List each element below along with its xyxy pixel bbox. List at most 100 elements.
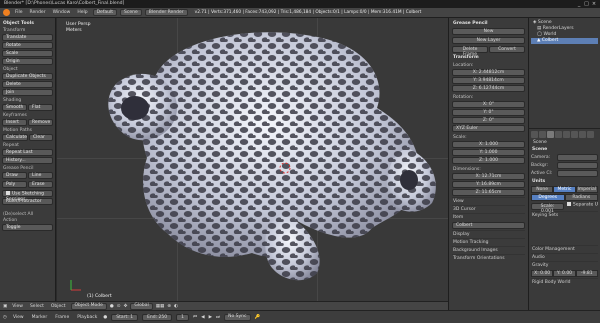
- jump-start-icon[interactable]: ⏮: [193, 314, 197, 320]
- use-sketching-toggle[interactable]: Use Sketching Sessions: [2, 190, 53, 202]
- menu-file[interactable]: File: [13, 10, 25, 15]
- gravity-z-field[interactable]: -9.81: [575, 270, 598, 277]
- close-icon[interactable]: ×: [591, 1, 597, 7]
- location-z-field[interactable]: Z: 6.12744cm: [452, 85, 525, 92]
- gravity-x-field[interactable]: X: 0.00: [531, 270, 554, 277]
- modifiers-tab-icon[interactable]: [571, 131, 578, 138]
- transform-panel-title[interactable]: Transform: [452, 54, 525, 61]
- render-layers-tab-icon[interactable]: [539, 131, 546, 138]
- layers-icon[interactable]: ▦▦: [156, 304, 165, 309]
- display-panel-title[interactable]: Display: [452, 230, 525, 238]
- location-y-field[interactable]: Y: 3.94814cm: [452, 77, 525, 84]
- background-field[interactable]: [557, 162, 598, 169]
- delete-button[interactable]: Delete: [2, 81, 53, 88]
- transform-section-label[interactable]: Transform: [2, 27, 53, 33]
- scale-z-field[interactable]: Z: 1.000: [452, 157, 525, 164]
- repeat-section-label[interactable]: Repeat: [2, 142, 53, 148]
- scale-y-field[interactable]: Y: 1.000: [452, 149, 525, 156]
- menu-frame[interactable]: Frame: [53, 315, 71, 320]
- grease-new-button[interactable]: New: [452, 28, 525, 35]
- world-tab-icon[interactable]: [555, 131, 562, 138]
- action-selector[interactable]: Toggle: [2, 224, 53, 231]
- menu-view[interactable]: View: [10, 304, 25, 309]
- rotation-x-field[interactable]: X: 0°: [452, 101, 525, 108]
- audio-panel-title[interactable]: Audio: [531, 253, 598, 261]
- menu-playback[interactable]: Playback: [75, 315, 99, 320]
- duplicate-objects-button[interactable]: Duplicate Objects: [2, 73, 53, 80]
- scene-tab-icon[interactable]: [547, 131, 554, 138]
- unit-imperial-option[interactable]: Imperial: [575, 186, 598, 193]
- dimension-y-field[interactable]: Y: 16.89cm: [452, 181, 525, 188]
- unit-scale-field[interactable]: Scale: 0.001: [531, 203, 564, 214]
- editor-type-icon[interactable]: ▣: [3, 304, 7, 309]
- menu-window[interactable]: Window: [51, 10, 73, 15]
- repeat-last-button[interactable]: Repeat Last: [2, 149, 53, 156]
- erase-button[interactable]: Erase: [28, 181, 53, 188]
- start-frame-field[interactable]: Start: 1: [111, 313, 139, 321]
- blender-logo-icon[interactable]: [3, 9, 10, 16]
- keying-sets-panel-title[interactable]: Keying Sets: [531, 211, 598, 219]
- color-management-panel-title[interactable]: Color Management: [531, 245, 598, 253]
- material-tab-icon[interactable]: [579, 131, 586, 138]
- join-button[interactable]: Join: [2, 89, 53, 96]
- texture-tab-icon[interactable]: [587, 131, 594, 138]
- poly-button[interactable]: Poly: [2, 181, 27, 188]
- background-images-panel-title[interactable]: Background Images: [452, 246, 525, 254]
- remove-keyframe-button[interactable]: Remove: [28, 119, 53, 126]
- layout-selector[interactable]: Default: [92, 9, 118, 16]
- unit-metric-option[interactable]: Metric: [553, 186, 576, 193]
- snap-icon[interactable]: ⊕: [167, 304, 171, 309]
- minimize-icon[interactable]: _: [576, 1, 582, 7]
- play-icon[interactable]: ▶: [209, 315, 212, 320]
- gravity-y-field[interactable]: Y: 0.00: [553, 270, 576, 277]
- degrees-option[interactable]: Degrees: [531, 194, 565, 201]
- manipulator-icon[interactable]: ✥: [124, 304, 128, 309]
- shading-mode-icon[interactable]: ●: [110, 304, 114, 309]
- item-name-field[interactable]: Colbert: [452, 222, 525, 229]
- separate-units-toggle[interactable]: Separate U: [565, 202, 598, 208]
- menu-render[interactable]: Render: [28, 10, 48, 15]
- timeline-editor-icon[interactable]: ◷: [3, 315, 7, 320]
- calculate-button[interactable]: Calculate: [2, 134, 29, 141]
- history-button[interactable]: History...: [2, 157, 53, 164]
- object-section-label[interactable]: Object: [2, 66, 53, 72]
- 3d-cursor-panel-title[interactable]: 3D Cursor: [452, 205, 525, 213]
- convert-button[interactable]: Convert: [489, 46, 525, 53]
- delete-frame-button[interactable]: Delete Frame: [452, 46, 488, 57]
- smooth-button[interactable]: Smooth: [2, 104, 27, 111]
- rotation-z-field[interactable]: Z: 0°: [452, 117, 525, 124]
- dimension-z-field[interactable]: Z: 11.65cm: [452, 189, 525, 196]
- 3d-viewport[interactable]: User Persp Meters (1) Colbert: [57, 18, 448, 301]
- unit-none-option[interactable]: None: [531, 186, 554, 193]
- menu-help[interactable]: Help: [75, 10, 89, 15]
- scale-button[interactable]: Scale: [2, 50, 53, 57]
- radians-option[interactable]: Radians: [564, 194, 598, 201]
- origin-button[interactable]: Origin: [2, 58, 53, 65]
- view-panel-title[interactable]: View: [452, 197, 525, 205]
- menu-select[interactable]: Select: [28, 304, 46, 309]
- maximize-icon[interactable]: □: [584, 1, 590, 7]
- line-button[interactable]: Line: [28, 172, 53, 179]
- item-panel-title[interactable]: Item: [452, 213, 525, 221]
- orientation-selector[interactable]: Global: [130, 302, 153, 310]
- menu-object[interactable]: Object: [49, 304, 68, 309]
- motion-tracking-panel-title[interactable]: Motion Tracking: [452, 238, 525, 246]
- rotation-y-field[interactable]: Y: 0°: [452, 109, 525, 116]
- grease-pencil-panel-title[interactable]: Grease Pencil: [452, 20, 525, 27]
- render-tab-icon[interactable]: [531, 131, 538, 138]
- end-frame-field[interactable]: End: 250: [142, 313, 173, 321]
- translate-button[interactable]: Translate: [2, 34, 53, 41]
- rotation-mode-selector[interactable]: XYZ Euler: [452, 125, 525, 132]
- play-reverse-icon[interactable]: ◀: [201, 315, 204, 320]
- menu-view[interactable]: View: [11, 315, 26, 320]
- scene-selector[interactable]: Scene: [120, 9, 142, 16]
- object-tab-icon[interactable]: [563, 131, 570, 138]
- current-frame-field[interactable]: 1: [176, 313, 190, 321]
- jump-end-icon[interactable]: ⏭: [216, 314, 220, 320]
- active-clip-field[interactable]: [557, 170, 598, 177]
- ruler-button[interactable]: Ruler/Protractor: [2, 198, 53, 205]
- transform-orientations-panel-title[interactable]: Transform Orientations: [452, 254, 525, 262]
- insert-keyframe-button[interactable]: Insert: [2, 119, 27, 126]
- menu-marker[interactable]: Marker: [30, 315, 50, 320]
- units-panel-title[interactable]: Units: [531, 178, 598, 185]
